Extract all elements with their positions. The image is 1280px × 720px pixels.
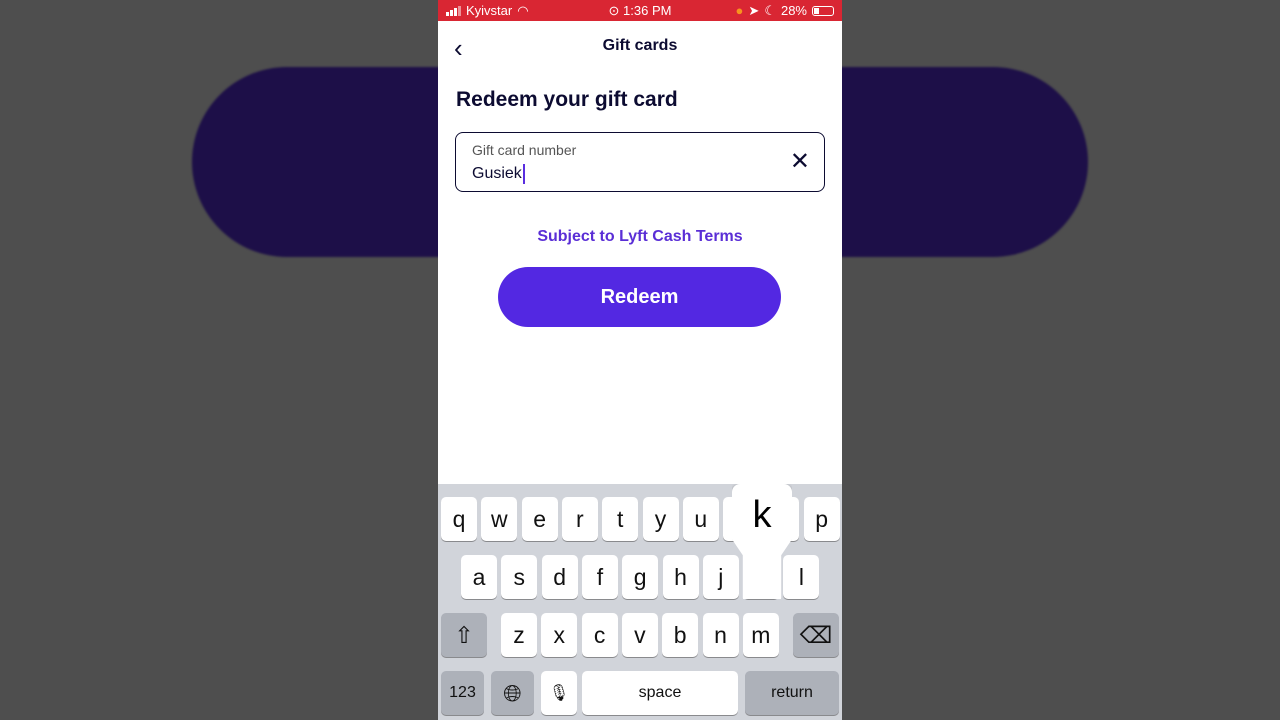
lyft-cash-terms-link[interactable]: Subject to Lyft Cash Terms	[438, 228, 842, 246]
key-z[interactable]: z	[501, 613, 537, 657]
key-g[interactable]: g	[622, 555, 659, 599]
field-value: Gusiek	[472, 165, 522, 182]
page-title: Gift cards	[602, 37, 678, 54]
redeem-button[interactable]: Redeem	[498, 267, 781, 327]
key-j[interactable]: j	[702, 555, 739, 599]
return-key[interactable]: return	[745, 671, 839, 715]
clock: 1:36 PM	[623, 3, 672, 18]
key-w[interactable]: w	[481, 497, 518, 541]
backspace-key[interactable]: ⌫	[793, 613, 839, 657]
status-bar: Kyivstar ◠ ⊙ 1:36 PM ● ➤ ☾ 28%	[438, 0, 842, 21]
field-label: Gift card number	[472, 142, 577, 158]
key-b[interactable]: b	[662, 613, 699, 657]
key-a[interactable]: a	[461, 555, 497, 599]
heading: Redeem your gift card	[456, 88, 678, 111]
key-p[interactable]: p	[803, 497, 840, 541]
text-caret	[522, 164, 525, 184]
key-r[interactable]: r	[561, 497, 598, 541]
key-m[interactable]: m	[742, 613, 779, 657]
shift-key[interactable]: ⇧	[441, 613, 487, 657]
key-f[interactable]: f	[581, 555, 618, 599]
space-key[interactable]: space	[582, 671, 738, 715]
key-t[interactable]: t	[602, 497, 639, 541]
key-u[interactable]: u	[682, 497, 719, 541]
key-l[interactable]: l	[783, 555, 820, 599]
phone-screen: Kyivstar ◠ ⊙ 1:36 PM ● ➤ ☾ 28% ‹ Gift ca…	[438, 0, 842, 720]
nav-bar: ‹ Gift cards	[438, 21, 842, 71]
key-c[interactable]: c	[581, 613, 618, 657]
close-icon[interactable]: ✕	[790, 147, 810, 176]
key-h[interactable]: h	[662, 555, 699, 599]
key-y[interactable]: y	[642, 497, 679, 541]
key-n[interactable]: n	[702, 613, 739, 657]
key-v[interactable]: v	[621, 613, 658, 657]
numbers-key[interactable]: 123	[441, 671, 484, 715]
key-s[interactable]: s	[501, 555, 538, 599]
key-q[interactable]: q	[441, 497, 477, 541]
microphone-icon[interactable]: 🎙︎	[541, 671, 577, 715]
alarm-icon: ⊙	[608, 3, 620, 18]
keyboard: ⇧ ⌫ 123 🌐︎ 🎙︎ space return qwertyuiopasd…	[438, 484, 842, 720]
gift-card-number-input[interactable]: Gift card number Gusiek ✕	[455, 132, 825, 192]
globe-icon[interactable]: 🌐︎	[491, 671, 534, 715]
key-d[interactable]: d	[541, 555, 578, 599]
key-x[interactable]: x	[541, 613, 578, 657]
chevron-left-icon[interactable]: ‹	[454, 33, 463, 64]
key-e[interactable]: e	[521, 497, 558, 541]
